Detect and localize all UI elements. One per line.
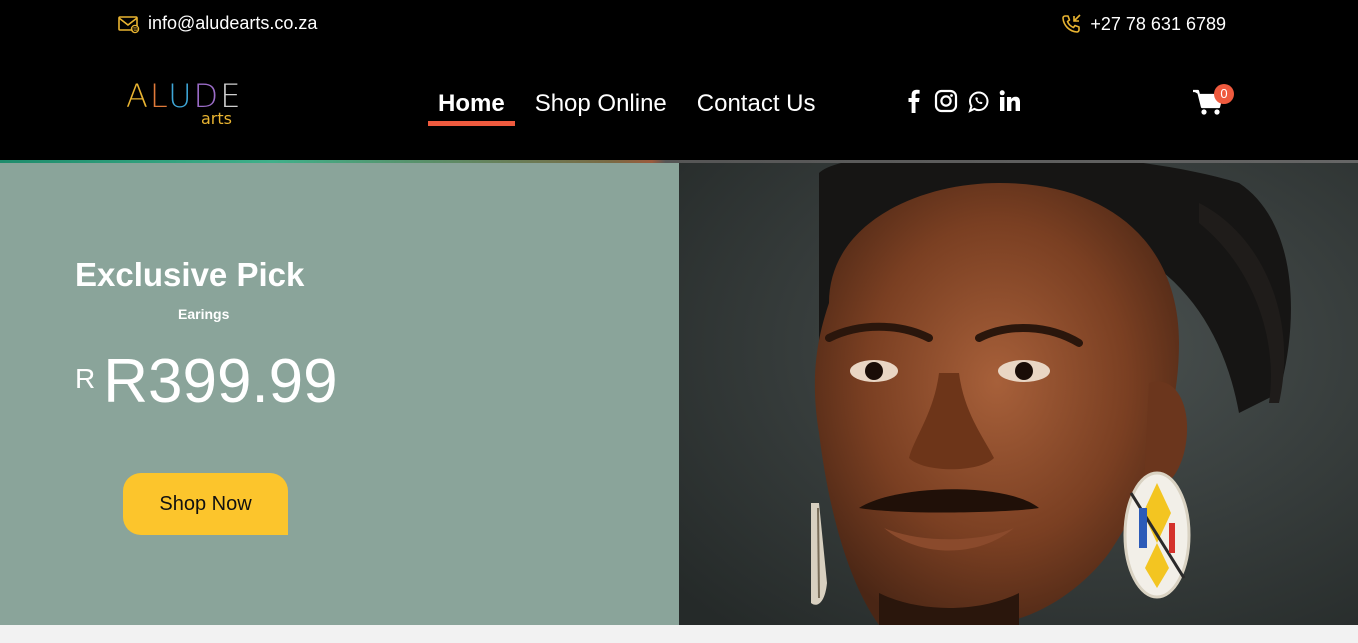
email-link[interactable]: @ info@aludearts.co.za <box>118 13 317 34</box>
instagram-icon[interactable] <box>934 88 958 114</box>
email-text: info@aludearts.co.za <box>148 13 318 33</box>
hero-title: Exclusive Pick <box>75 256 305 293</box>
hero-image <box>679 163 1358 625</box>
nav-shop-online[interactable]: Shop Online <box>525 88 677 126</box>
site-logo[interactable]: ALUDE arts <box>126 80 240 132</box>
whatsapp-icon[interactable] <box>966 88 990 114</box>
shop-now-button[interactable]: Shop Now <box>123 473 288 535</box>
hero-price: R R399.99 <box>75 349 338 414</box>
price-currency: R <box>75 363 96 394</box>
cart-button[interactable]: 0 <box>1192 84 1234 122</box>
hero-subtitle: Earings <box>178 306 230 322</box>
logo-text: ALUDE <box>126 77 243 115</box>
svg-text:@: @ <box>132 26 138 33</box>
model-portrait-illustration <box>679 163 1358 625</box>
social-links <box>902 88 1022 114</box>
nav-contact-us[interactable]: Contact Us <box>687 88 826 126</box>
mail-icon: @ <box>118 14 140 34</box>
phone-text: +27 78 631 6789 <box>1090 13 1226 34</box>
main-header: ALUDE arts Home Shop Online Contact Us 0 <box>0 50 1358 160</box>
logo-subtext: arts <box>201 109 232 128</box>
cart-count-badge: 0 <box>1214 84 1234 104</box>
main-nav: Home Shop Online Contact Us <box>428 88 836 126</box>
phone-icon <box>1060 13 1082 35</box>
linkedin-icon[interactable] <box>998 88 1022 114</box>
phone-link[interactable]: +27 78 631 6789 <box>1060 13 1226 35</box>
price-amount: R399.99 <box>103 347 338 416</box>
nav-home[interactable]: Home <box>428 88 515 126</box>
cart-icon <box>1192 89 1226 122</box>
hero-promo-panel: Exclusive Pick Earings R R399.99 Shop No… <box>0 163 679 625</box>
facebook-icon[interactable] <box>902 88 926 114</box>
top-bar: @ info@aludearts.co.za +27 78 631 6789 <box>0 0 1358 50</box>
